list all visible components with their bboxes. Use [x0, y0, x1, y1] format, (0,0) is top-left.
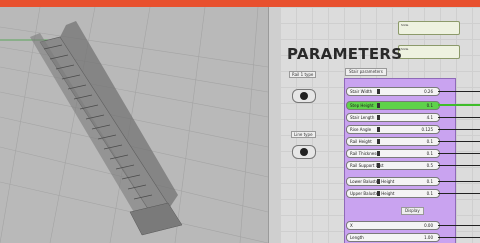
wire-active — [438, 104, 480, 106]
slider-grip[interactable] — [377, 151, 380, 156]
slider-grip[interactable] — [377, 163, 380, 168]
wire — [438, 153, 480, 154]
wire — [438, 237, 480, 238]
window-title-bar — [0, 0, 480, 7]
slider-grip[interactable] — [377, 179, 380, 184]
slider-name: Lower Baluster Height — [350, 179, 395, 184]
slider-upper-baluster[interactable]: Upper Baluster Height 0.1 — [346, 189, 440, 198]
slider-x[interactable]: X 0.00 — [346, 221, 440, 230]
page-title: PARAMETERS — [287, 45, 403, 63]
slider-value: 0.00 — [424, 223, 433, 228]
slider-value: 0.26 — [424, 89, 433, 94]
slider-grip[interactable] — [377, 115, 380, 120]
panel-group-label: Stair parameters — [345, 68, 387, 76]
slider-grip[interactable] — [377, 139, 380, 144]
slider-stair-length[interactable]: Stair Length 4.1 — [346, 113, 440, 122]
top-slider-node-1[interactable]: Slide — [398, 21, 460, 35]
stair-stringer — [39, 36, 171, 213]
slider-grip[interactable] — [377, 89, 380, 94]
wire — [438, 141, 480, 142]
display-group-label: Display — [401, 207, 424, 215]
eye-icon[interactable] — [292, 145, 316, 159]
slider-value: 1.00 — [424, 235, 433, 240]
slider-step-height[interactable]: Step Height 0.1 — [346, 101, 440, 110]
slider-name: Step Height — [350, 103, 374, 108]
slider-name: Stair Length — [350, 115, 375, 120]
wire — [438, 193, 480, 194]
slider-value: 0.1 — [426, 103, 433, 108]
slider-name: Length — [350, 235, 364, 240]
slider-lower-baluster[interactable]: Lower Baluster Height 0.1 — [346, 177, 440, 186]
slider-value: 0.1 — [426, 179, 433, 184]
slider-name: Stair Width — [350, 89, 373, 94]
slider-rail-support-dist[interactable]: Rail Support Dist 0.5 — [346, 161, 440, 170]
slider-value: 4.1 — [426, 115, 433, 120]
wire — [438, 117, 480, 118]
slider-value: 0.125 — [421, 127, 433, 132]
node-canvas[interactable]: Slide Slide PARAMETERS Stair parameters … — [280, 7, 480, 243]
slider-value: 0.1 — [426, 151, 433, 156]
slider-grip[interactable] — [377, 127, 380, 132]
slider-name: Rail Height — [350, 139, 372, 144]
viewport-scene — [0, 7, 268, 243]
slider-value: 0.5 — [426, 163, 433, 168]
3d-viewport[interactable] — [0, 7, 268, 243]
slider-grip[interactable] — [377, 191, 380, 196]
node-label: Slide — [401, 23, 409, 27]
wire — [438, 91, 480, 92]
slider-name: Upper Baluster Height — [350, 191, 395, 196]
slider-rail-thickness[interactable]: Rail Thickness 0.1 — [346, 149, 440, 158]
slider-grip[interactable] — [377, 103, 380, 108]
group-label-rail: Rail 1 type — [289, 71, 317, 78]
slider-name: Rail Thickness — [350, 151, 379, 156]
wire — [438, 181, 480, 182]
eye-icon[interactable] — [292, 89, 316, 103]
slider-length[interactable]: Length 1.00 — [346, 233, 440, 242]
slider-name: X — [350, 223, 353, 228]
slider-value: 0.1 — [426, 139, 433, 144]
wire — [438, 225, 480, 226]
slider-name: Rise Angle — [350, 127, 372, 132]
group-label-line: Line type — [291, 131, 316, 138]
slider-rise-angle[interactable]: Rise Angle 0.125 — [346, 125, 440, 134]
slider-stair-width[interactable]: Stair Width 0.26 — [346, 87, 440, 96]
slider-value: 0.1 — [426, 191, 433, 196]
slider-rail-height[interactable]: Rail Height 0.1 — [346, 137, 440, 146]
wire — [438, 165, 480, 166]
wire — [438, 129, 480, 130]
top-slider-node-2[interactable]: Slide — [398, 45, 460, 59]
